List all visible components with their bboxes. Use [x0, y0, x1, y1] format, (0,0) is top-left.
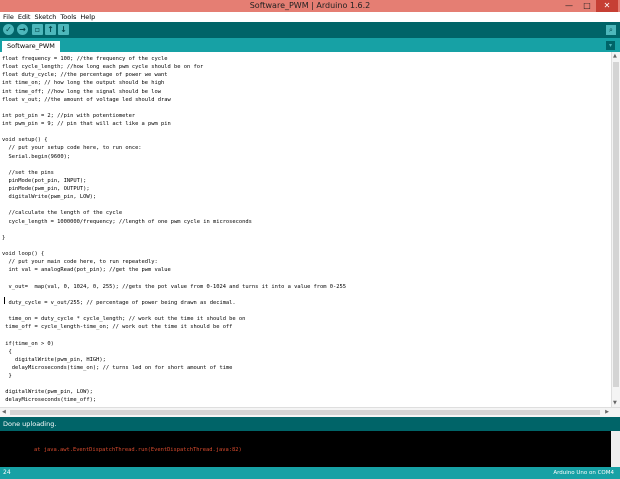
code-editor[interactable]: float frequency = 100; //the frequency o… — [0, 52, 611, 407]
code-line: int pwm_pin = 9; // pin that will act li… — [2, 121, 171, 128]
code-line: int pot_pin = 2; //pin with potentiomete… — [2, 112, 136, 119]
code-line: // put your main code here, to run repea… — [2, 259, 158, 266]
maximize-button[interactable]: □ — [578, 0, 596, 12]
code-line: } — [2, 373, 12, 380]
board-info: Arduino Uno on COM4 — [553, 470, 614, 476]
tab-software-pwm[interactable]: Software_PWM — [2, 41, 60, 52]
tabs-bar: Software_PWM ▾ — [0, 38, 620, 52]
text-cursor — [4, 297, 5, 304]
code-line: pinMode(pot_pin, INPUT); — [2, 177, 87, 184]
console-output: at java.awt.EventDispatchThread.run(Even… — [0, 431, 620, 467]
vertical-scrollbar[interactable]: ▲ ▼ — [611, 52, 620, 407]
code-line: time_on = duty_cycle * cycle_length; // … — [2, 316, 246, 323]
code-line: duty_cycle = v_out/255; // percentage of… — [2, 299, 236, 306]
save-button[interactable]: ↓ — [58, 24, 69, 35]
window-title: Software_PWM | Arduino 1.6.2 — [249, 1, 371, 10]
verify-button[interactable]: ✓ — [3, 24, 14, 35]
code-line: float frequency = 100; //the frequency o… — [2, 56, 168, 62]
code-line: digitalWrite(pwm_pin, LOW); — [2, 194, 97, 201]
tab-menu-button[interactable]: ▾ — [606, 41, 615, 50]
horizontal-scroll-thumb[interactable] — [10, 410, 600, 415]
line-number: 24 — [3, 469, 11, 476]
title-bar: Software_PWM | Arduino 1.6.2 — □ ✕ — [0, 0, 620, 12]
code-line: delayMicroseconds(time_on); // turns led… — [2, 364, 233, 371]
arrow-up-icon: ↑ — [47, 25, 54, 34]
code-line: float cycle_length; //how long each pwm … — [2, 64, 204, 71]
code-line: // put your setup code here, to run once… — [2, 145, 142, 152]
code-line: void loop() { — [2, 251, 45, 258]
status-message: Done uploading. — [3, 420, 57, 428]
scroll-right-icon[interactable]: ▶ — [605, 409, 609, 415]
code-line: pinMode(pwm_pin, OUTPUT); — [2, 186, 90, 193]
toolbar: ✓ → ▫ ↑ ↓ ⌕ — [0, 22, 620, 38]
code-line: } — [2, 234, 6, 241]
code-line: float duty_cycle; //the percentage of po… — [2, 72, 168, 79]
open-button[interactable]: ↑ — [45, 24, 56, 35]
chevron-down-icon: ▾ — [608, 42, 612, 49]
menu-file[interactable]: File — [2, 12, 17, 22]
menu-tools[interactable]: Tools — [59, 12, 79, 22]
code-line: int time_on; // how long the output shou… — [2, 80, 165, 87]
footer-bar: 24 Arduino Uno on COM4 — [0, 467, 620, 479]
code-line: cycle_length = 1000000/frequency; //leng… — [2, 218, 252, 225]
status-area: Done uploading. — [0, 417, 620, 431]
menu-help[interactable]: Help — [79, 12, 98, 22]
code-line: int val = analogRead(pot_pin); //get the… — [2, 267, 171, 274]
scroll-up-icon[interactable]: ▲ — [613, 53, 617, 59]
code-line: time_off = cycle_length-time_on; // work… — [2, 324, 233, 331]
minimize-button[interactable]: — — [560, 0, 578, 12]
code-line: digitalWrite(pwm_pin, HIGH); — [2, 356, 106, 363]
window-controls: — □ ✕ — [560, 0, 618, 12]
code-line: Serial.begin(9600); — [2, 153, 71, 160]
arrow-down-icon: ↓ — [60, 25, 67, 34]
code-line: v_out= map(val, 0, 1024, 0, 255); //gets… — [2, 283, 347, 290]
code-line: float v_out; //the amount of voltage led… — [2, 96, 171, 103]
console-line: at java.awt.EventDispatchThread.run(Even… — [34, 447, 242, 453]
code-line: //calculate the length of the cycle — [2, 210, 123, 217]
code-line: delayMicroseconds(time_off); — [2, 397, 97, 404]
menu-edit[interactable]: Edit — [17, 12, 34, 22]
magnifier-icon: ⌕ — [609, 26, 613, 34]
arrow-right-icon: → — [19, 25, 26, 34]
new-button[interactable]: ▫ — [32, 24, 43, 35]
code-line: void setup() { — [2, 137, 48, 144]
code-line: { — [2, 348, 12, 355]
scroll-left-icon[interactable]: ◀ — [2, 409, 6, 415]
console-scrollbar[interactable] — [611, 431, 620, 467]
code-line: digitalWrite(pwm_pin, LOW); — [2, 389, 93, 396]
code-line: if(time_on > 0) — [2, 340, 54, 347]
scroll-down-icon[interactable]: ▼ — [613, 400, 617, 406]
menu-bar: File Edit Sketch Tools Help — [0, 12, 620, 22]
menu-sketch[interactable]: Sketch — [33, 12, 59, 22]
new-file-icon: ▫ — [34, 25, 41, 34]
code-line: //set the pins — [2, 169, 54, 176]
vertical-scroll-thumb[interactable] — [613, 62, 619, 387]
check-icon: ✓ — [5, 25, 12, 34]
upload-button[interactable]: → — [17, 24, 28, 35]
close-button[interactable]: ✕ — [596, 0, 618, 12]
code-line: int time_off; //how long the signal shou… — [2, 88, 162, 95]
serial-monitor-button[interactable]: ⌕ — [606, 25, 616, 35]
horizontal-scrollbar[interactable]: ◀ ▶ — [0, 407, 620, 417]
